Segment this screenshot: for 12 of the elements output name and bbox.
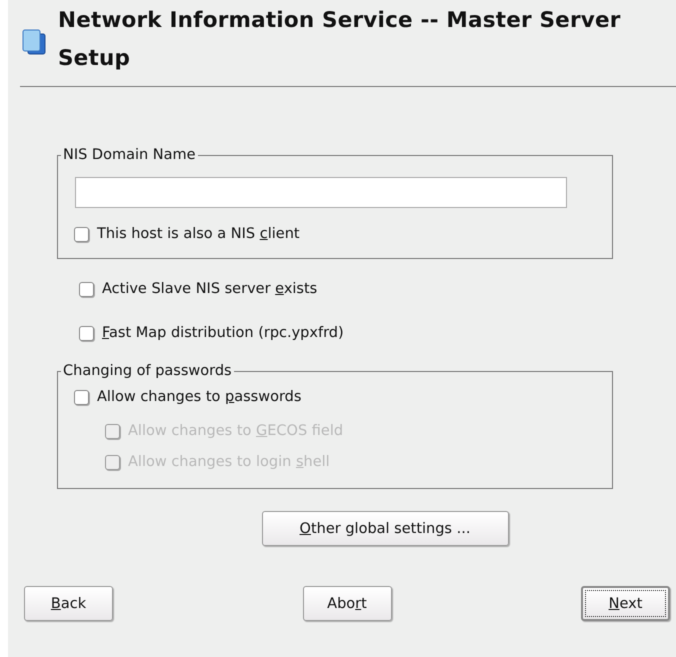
page-title: Network Information Service -- Master Server Setup [58,7,622,73]
checkbox-option[interactable]: Fast Map distribution (rpc.ypxfrd) [79,319,613,347]
checkbox-option[interactable]: Allow changes to passwords [74,383,596,411]
group-label: Changing of passwords [62,363,233,379]
other-settings-button[interactable]: Other global settings ... [262,511,508,546]
nav-button[interactable]: Back [24,586,113,621]
domain-name-field[interactable] [75,177,567,208]
nav-button[interactable]: Abort [302,586,392,621]
checkbox-option[interactable]: Active Slave NIS server exists [79,275,613,303]
group-label: NIS Domain Name [62,147,197,163]
checkbox-option[interactable]: This host is also a NIS client [74,220,596,248]
nav-button[interactable]: Next [581,586,670,621]
